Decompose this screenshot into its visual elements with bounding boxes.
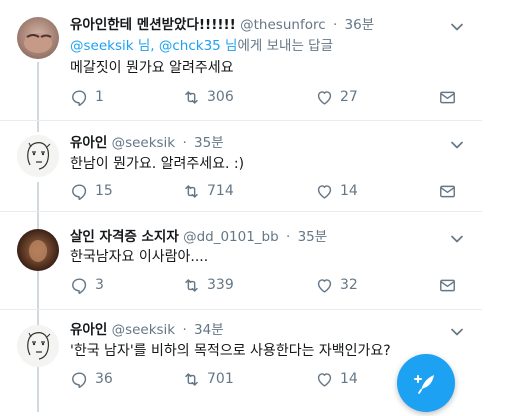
- direct-message-icon: [440, 185, 455, 197]
- reply-icon: [72, 371, 87, 388]
- display-name[interactable]: 유아인: [70, 135, 107, 151]
- tweet[interactable]: 살인 자격증 소지자 @dd_0101_bb · 35분 한국남자요 이사람아.…: [0, 212, 507, 308]
- like-count: 27: [340, 89, 358, 105]
- retweet-button[interactable]: 714: [182, 180, 234, 202]
- timestamp[interactable]: 35분: [298, 229, 328, 245]
- tweet-header: 유아인한테 멘션받았다!!!!!! @thesunforc · 36분: [70, 15, 374, 35]
- like-icon: [317, 372, 332, 387]
- tweet-text: 한남이 뭔가요. 알려주세요. :): [70, 156, 245, 172]
- tweet-header: 유아인 @seeksik · 35분: [70, 133, 224, 153]
- user-handle[interactable]: @dd_0101_bb: [183, 229, 279, 245]
- tweet-actions: 3 339 32: [70, 274, 470, 296]
- separator-dot: ·: [182, 322, 187, 338]
- user-handle[interactable]: @seeksik: [112, 322, 176, 338]
- direct-message-button[interactable]: [438, 180, 457, 202]
- timestamp[interactable]: 36분: [345, 17, 375, 33]
- display-name[interactable]: 유아인한테 멘션받았다!!!!!!: [70, 17, 236, 33]
- display-name[interactable]: 살인 자격증 소지자: [70, 229, 179, 245]
- retweet-icon: [185, 278, 198, 292]
- retweet-count: 339: [207, 277, 234, 293]
- tweet[interactable]: 유아인 @seeksik · 35분 한남이 뭔가요. 알려주세요. :) 15…: [0, 121, 507, 210]
- reply-button[interactable]: 1: [70, 86, 104, 108]
- like-count: 14: [340, 183, 358, 199]
- chevron-down-icon[interactable]: [449, 137, 465, 153]
- avatar-image: [17, 229, 59, 271]
- reply-count: 3: [95, 277, 104, 293]
- user-handle[interactable]: @thesunforc: [240, 17, 326, 33]
- display-name[interactable]: 유아인: [70, 322, 107, 338]
- tweet-text: 한국남자요 이사람아....: [70, 249, 209, 265]
- like-button[interactable]: 14: [315, 368, 358, 390]
- reply-count: 15: [95, 183, 113, 199]
- direct-message-button[interactable]: [438, 86, 457, 108]
- avatar-image: [17, 135, 59, 177]
- like-count: 14: [340, 371, 358, 387]
- like-icon: [317, 278, 332, 293]
- like-icon: [317, 184, 332, 199]
- retweet-button[interactable]: 701: [182, 368, 234, 390]
- reply-context: @seeksik 님, @chck35 님에게 보내는 답글: [70, 37, 333, 55]
- chevron-down-icon[interactable]: [449, 324, 465, 340]
- chevron-down-icon[interactable]: [449, 231, 465, 247]
- reply-icon: [72, 183, 87, 200]
- retweet-count: 714: [207, 183, 234, 199]
- reply-button[interactable]: 36: [70, 368, 113, 390]
- reply-button[interactable]: 3: [70, 274, 104, 296]
- retweet-icon: [185, 184, 198, 198]
- like-button[interactable]: 27: [315, 86, 358, 108]
- tweet-text: '한국 남자'를 비하의 목적으로 사용한다는 자백인가요?: [70, 343, 391, 359]
- timestamp[interactable]: 35분: [194, 135, 224, 151]
- timestamp[interactable]: 34분: [194, 322, 224, 338]
- avatar[interactable]: [17, 17, 59, 59]
- separator-dot: ·: [332, 17, 338, 33]
- separator-dot: ·: [286, 229, 291, 245]
- direct-message-icon: [440, 91, 455, 103]
- reply-context-suffix: 에게 보내는 답글: [237, 38, 333, 54]
- tweet-text: 메갈짓이 뭔가요 알려주세요: [70, 60, 234, 76]
- avatar-image: [17, 17, 59, 59]
- tweet-header: 유아인 @seeksik · 34분: [70, 320, 224, 340]
- avatar[interactable]: [17, 325, 59, 367]
- avatar-image: [17, 325, 59, 367]
- tweet-actions: 1 306 27: [70, 86, 470, 108]
- tweet[interactable]: 유아인한테 멘션받았다!!!!!! @thesunforc · 36분 @see…: [0, 0, 507, 120]
- retweet-count: 306: [207, 89, 234, 105]
- like-button[interactable]: 32: [315, 274, 358, 296]
- separator-dot: ·: [182, 135, 187, 151]
- avatar[interactable]: [17, 135, 59, 177]
- reply-button[interactable]: 15: [70, 180, 113, 202]
- retweet-count: 701: [207, 371, 234, 387]
- direct-message-button[interactable]: [438, 274, 457, 296]
- tweet-actions: 15 714 14: [70, 180, 470, 202]
- direct-message-icon: [440, 279, 455, 291]
- user-handle[interactable]: @seeksik: [112, 135, 176, 151]
- compose-tweet-icon: [414, 375, 434, 394]
- retweet-icon: [185, 90, 198, 104]
- chevron-down-icon[interactable]: [449, 19, 465, 35]
- compose-tweet-button[interactable]: [397, 354, 455, 412]
- avatar[interactable]: [17, 229, 59, 271]
- like-count: 32: [340, 277, 358, 293]
- retweet-button[interactable]: 339: [182, 274, 234, 296]
- tweet-header: 살인 자격증 소지자 @dd_0101_bb · 35분: [70, 227, 327, 247]
- retweet-icon: [185, 372, 198, 386]
- retweet-button[interactable]: 306: [182, 86, 234, 108]
- reply-mentions[interactable]: @seeksik 님, @chck35 님: [70, 38, 237, 54]
- reply-count: 36: [95, 371, 113, 387]
- reply-icon: [72, 277, 87, 294]
- reply-count: 1: [95, 89, 104, 105]
- like-icon: [317, 90, 332, 105]
- like-button[interactable]: 14: [315, 180, 358, 202]
- reply-icon: [72, 89, 87, 106]
